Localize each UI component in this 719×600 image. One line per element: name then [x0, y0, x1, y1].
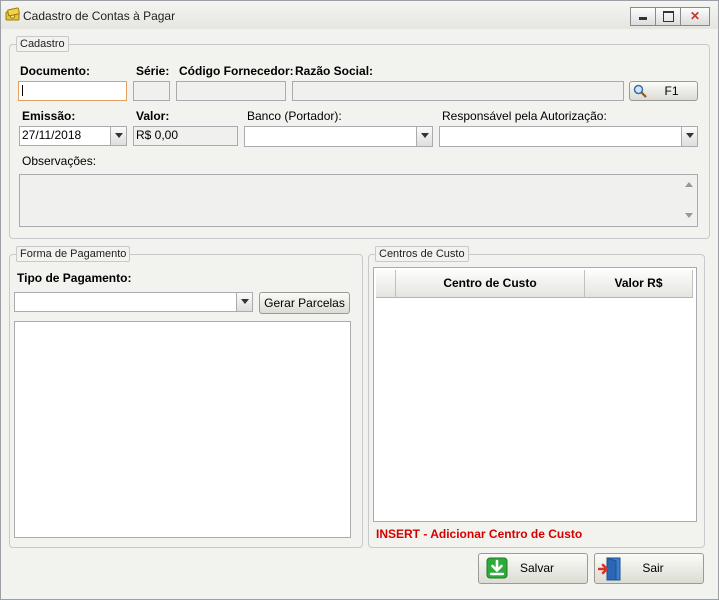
banco-select[interactable]	[244, 126, 433, 147]
tipo-pagamento-select[interactable]	[14, 292, 253, 312]
search-fornecedor-button[interactable]: F1	[629, 81, 698, 101]
centros-custo-grid[interactable]: Centro de Custo Valor R$	[373, 267, 697, 522]
observacoes-textarea[interactable]	[19, 174, 698, 227]
salvar-label: Salvar	[519, 561, 554, 575]
maximize-icon	[663, 11, 674, 22]
emissao-value: 27/11/2018	[22, 128, 82, 142]
chevron-down-icon[interactable]	[110, 127, 126, 145]
grid-header: Centro de Custo Valor R$	[376, 270, 693, 298]
salvar-button[interactable]: Salvar	[478, 553, 588, 584]
chevron-down-icon[interactable]	[681, 127, 697, 146]
title-bar[interactable]: Cadastro de Contas à Pagar ✕	[1, 1, 718, 29]
codigo-fornecedor-label: Código Fornecedor:	[179, 64, 294, 78]
scroll-up-icon[interactable]	[685, 182, 693, 187]
documento-label: Documento:	[20, 64, 90, 78]
column-header-valor[interactable]: Valor R$	[585, 270, 693, 297]
close-icon: ✕	[689, 9, 701, 23]
text-caret	[22, 85, 23, 96]
close-button[interactable]: ✕	[680, 7, 710, 26]
minimize-icon	[639, 17, 647, 20]
sair-label: Sair	[642, 561, 664, 575]
minimize-button[interactable]	[630, 7, 656, 26]
serie-input[interactable]	[133, 81, 170, 101]
valor-input[interactable]: R$ 0,00	[133, 126, 238, 146]
sair-button[interactable]: Sair	[594, 553, 704, 584]
money-icon	[5, 7, 20, 21]
grid-row-selector-header	[376, 270, 396, 297]
parcelas-list[interactable]	[14, 321, 351, 538]
cadastro-group-label: Cadastro	[16, 36, 69, 52]
serie-label: Série:	[136, 64, 170, 78]
responsavel-select[interactable]	[439, 126, 698, 147]
valor-value: R$ 0,00	[136, 128, 179, 142]
razao-social-label: Razão Social:	[295, 64, 374, 78]
centros-custo-group-label: Centros de Custo	[375, 246, 469, 262]
valor-label: Valor:	[136, 109, 170, 123]
download-arrow-icon	[486, 557, 508, 579]
banco-label: Banco (Portador):	[247, 109, 342, 123]
forma-pagamento-group-label: Forma de Pagamento	[16, 246, 131, 262]
main-window: Cadastro de Contas à Pagar ✕ Cadastro Do…	[0, 0, 719, 600]
magnifier-icon	[633, 84, 647, 98]
responsavel-label: Responsável pela Autorização:	[442, 109, 607, 123]
chevron-down-icon[interactable]	[416, 127, 432, 146]
scroll-down-icon[interactable]	[685, 213, 693, 218]
insert-hint: INSERT - Adicionar Centro de Custo	[376, 527, 583, 541]
tipo-pagamento-label: Tipo de Pagamento:	[17, 271, 132, 285]
emissao-label: Emissão:	[22, 109, 76, 123]
window-title: Cadastro de Contas à Pagar	[23, 9, 176, 23]
maximize-button[interactable]	[655, 7, 681, 26]
observacoes-label: Observações:	[22, 154, 97, 168]
emissao-date-picker[interactable]: 27/11/2018	[19, 126, 127, 146]
documento-input[interactable]	[18, 81, 127, 101]
search-button-label: F1	[664, 84, 679, 98]
exit-door-icon	[598, 557, 621, 581]
chevron-down-icon[interactable]	[236, 293, 252, 311]
column-header-centro-custo[interactable]: Centro de Custo	[396, 270, 585, 297]
razao-social-input[interactable]	[292, 81, 624, 101]
gerar-parcelas-label: Gerar Parcelas	[264, 296, 345, 310]
codigo-fornecedor-input[interactable]	[176, 81, 286, 101]
gerar-parcelas-button[interactable]: Gerar Parcelas	[259, 292, 350, 314]
